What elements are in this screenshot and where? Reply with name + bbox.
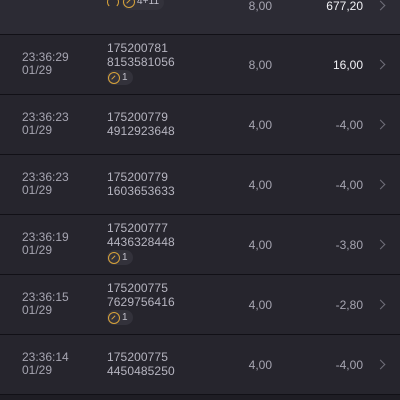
combo-badge: 1 — [107, 250, 133, 265]
bet-id-line: 175200777 — [107, 221, 168, 235]
stake-amount: 4,00 — [248, 177, 272, 192]
profit-amount: 16,00 — [332, 57, 363, 72]
profit-amount: -2,80 — [335, 297, 363, 312]
swap-icon — [108, 71, 120, 84]
list-item[interactable]: 23:36:19 01/29 175200777 4436328448 1 4,… — [0, 215, 400, 275]
bet-id-line: 175200781 — [107, 41, 168, 55]
cycle-icon — [107, 0, 119, 8]
stake-amount: 4,00 — [248, 357, 272, 372]
bet-date-value: 01/29 — [22, 243, 53, 257]
bet-time: 23:36:14 01/29 — [22, 351, 69, 377]
bet-time: 23:36:19 01/29 — [22, 231, 69, 257]
bet-id: 175200775 7629756416 1 — [107, 281, 175, 325]
combo-badge: 1 — [107, 310, 133, 325]
bet-time: 23:36:15 01/29 — [22, 291, 69, 317]
bet-id: 175200775 4450485250 — [107, 350, 175, 378]
chevron-right-icon[interactable] — [375, 299, 386, 309]
combo-badge: 4+11 — [122, 0, 165, 10]
bet-id-line: 175200779 — [107, 170, 168, 184]
bet-id-line: 4912923648 — [107, 123, 175, 138]
list-item[interactable]: 23:36:29 01/29 175200781 8153581056 1 8,… — [0, 35, 400, 95]
badge-group: 1 — [107, 310, 175, 325]
badge-group: 1 — [107, 70, 175, 85]
profit-amount: -4,00 — [335, 117, 363, 132]
badge-count: 1 — [122, 251, 128, 263]
chevron-right-icon[interactable] — [375, 0, 386, 10]
bet-time: 23:36:29 01/29 — [22, 51, 69, 77]
badge-count: 4+11 — [137, 0, 160, 8]
bet-history-list: 4142246402 4+11 8,00 677,20 23:36:29 01/… — [0, 0, 400, 395]
list-item[interactable]: 23:36:23 01/29 175200779 1603653633 4,00… — [0, 155, 400, 215]
bet-id: 175200779 1603653633 — [107, 170, 175, 198]
chevron-right-icon[interactable] — [375, 59, 386, 69]
combo-badge: 1 — [107, 70, 133, 85]
stake-amount: 8,00 — [248, 57, 272, 72]
bet-date-value: 01/29 — [22, 63, 53, 77]
stake-amount: 4,00 — [248, 117, 272, 132]
list-item[interactable]: 4142246402 4+11 8,00 677,20 — [0, 0, 400, 35]
bet-date-value: 01/29 — [22, 363, 53, 377]
bet-id: 175200779 4912923648 — [107, 110, 175, 138]
bet-date-value: 01/29 — [22, 303, 53, 317]
stake-amount: 4,00 — [248, 237, 272, 252]
badge-count: 1 — [122, 71, 128, 83]
list-item[interactable]: 23:36:15 01/29 175200775 7629756416 1 4,… — [0, 275, 400, 335]
bet-id: 4142246402 4+11 — [107, 0, 175, 10]
profit-amount: 677,20 — [326, 0, 363, 13]
bet-id-line: 8153581056 — [107, 54, 175, 69]
swap-icon — [108, 311, 120, 324]
bet-id-line: 4436328448 — [107, 234, 175, 249]
bet-id-line: 175200775 — [107, 281, 168, 295]
bet-id-line: 7629756416 — [107, 294, 175, 309]
profit-amount: -4,00 — [335, 177, 363, 192]
swap-icon — [108, 251, 120, 264]
bet-id: 175200777 4436328448 1 — [107, 221, 175, 265]
badge-group: 4+11 — [107, 0, 175, 10]
chevron-right-icon[interactable] — [375, 119, 386, 129]
bet-id-line: 1603653633 — [107, 183, 175, 198]
bet-id-line: 4450485250 — [107, 363, 175, 378]
badge-group: 1 — [107, 250, 175, 265]
profit-amount: -3,80 — [335, 237, 363, 252]
bet-id: 175200781 8153581056 1 — [107, 41, 175, 85]
list-item[interactable]: 23:36:23 01/29 175200779 4912923648 4,00… — [0, 95, 400, 155]
bet-time: 23:36:23 01/29 — [22, 171, 69, 197]
bet-time: 23:36:23 01/29 — [22, 111, 69, 137]
profit-amount: -4,00 — [335, 357, 363, 372]
bet-id-line: 175200779 — [107, 110, 168, 124]
swap-icon — [123, 0, 135, 8]
chevron-right-icon[interactable] — [375, 179, 386, 189]
bet-id-line: 175200775 — [107, 350, 168, 364]
stake-amount: 8,00 — [248, 0, 272, 13]
chevron-right-icon[interactable] — [375, 359, 386, 369]
list-item[interactable]: 23:36:14 01/29 175200775 4450485250 4,00… — [0, 335, 400, 395]
bet-date-value: 01/29 — [22, 183, 53, 197]
chevron-right-icon[interactable] — [375, 239, 386, 249]
badge-count: 1 — [122, 311, 128, 323]
stake-amount: 4,00 — [248, 297, 272, 312]
bet-date-value: 01/29 — [22, 123, 53, 137]
